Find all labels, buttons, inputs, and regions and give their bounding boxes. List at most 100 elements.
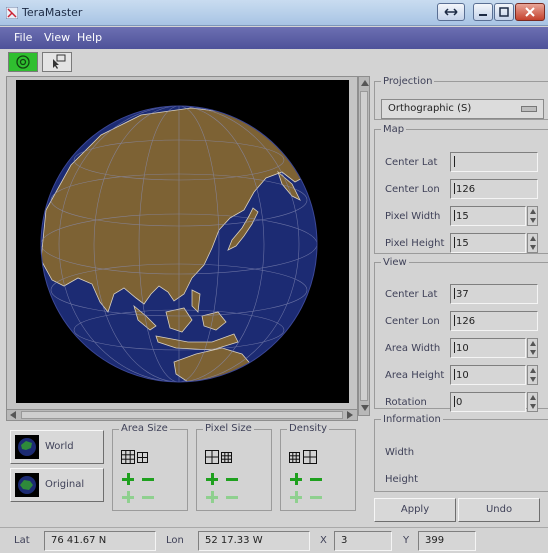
undo-button[interactable]: Undo bbox=[458, 498, 540, 522]
map-viewport[interactable] bbox=[6, 76, 358, 416]
maximize-icon bbox=[499, 7, 509, 17]
pixel-size-decrease-icon[interactable] bbox=[225, 472, 239, 486]
status-lon-value: 52 17.33 W bbox=[198, 531, 310, 551]
status-x-label: X bbox=[320, 535, 327, 546]
menu-help[interactable]: Help bbox=[77, 31, 102, 44]
pixel-size-group: Pixel Size bbox=[196, 423, 272, 511]
bottom-controls: World Original Area Size Pixel Size Dens… bbox=[6, 423, 370, 520]
dropdown-knob-icon bbox=[521, 106, 537, 112]
view-center-lon-label: Center Lon bbox=[385, 316, 440, 327]
view-center-lon-field[interactable]: 126 bbox=[450, 311, 538, 331]
pixel-height-field[interactable]: 15 bbox=[450, 233, 526, 253]
pixel-size-increase-small-icon[interactable] bbox=[205, 490, 219, 504]
pointer-tool-button[interactable] bbox=[42, 52, 72, 72]
density-decrease-small-icon[interactable] bbox=[309, 490, 323, 504]
density-decrease-icon[interactable] bbox=[309, 472, 323, 486]
original-thumbnail-icon bbox=[15, 473, 39, 497]
globe-target-icon bbox=[16, 55, 30, 69]
projection-select[interactable]: Orthographic (S) bbox=[381, 99, 544, 119]
app-icon bbox=[6, 7, 18, 19]
area-height-spinner[interactable] bbox=[527, 365, 538, 385]
rotation-spinner[interactable] bbox=[527, 392, 538, 412]
vertical-scrollbar[interactable] bbox=[358, 76, 370, 416]
area-height-label: Area Height bbox=[385, 370, 445, 381]
rotation-field[interactable]: 0 bbox=[450, 392, 526, 412]
horizontal-scrollbar[interactable] bbox=[6, 409, 358, 421]
status-bar: Lat 76 41.67 N Lon 52 17.33 W X 3 Y 399 bbox=[0, 527, 548, 553]
view-center-lat-label: Center Lat bbox=[385, 289, 438, 300]
pixel-size-increase-icon[interactable] bbox=[205, 472, 219, 486]
pixel-height-spinner[interactable] bbox=[527, 233, 538, 253]
scroll-up-icon[interactable] bbox=[361, 80, 369, 86]
teramaster-window: TeraMaster File View Help Projection Ort… bbox=[0, 0, 548, 553]
pixel-width-spinner[interactable] bbox=[527, 206, 538, 226]
density-legend: Density bbox=[287, 423, 330, 434]
status-y-label: Y bbox=[403, 535, 410, 546]
status-lon-label: Lon bbox=[166, 535, 184, 546]
map-center-lat-field[interactable] bbox=[450, 152, 538, 172]
area-size-increase-icon[interactable] bbox=[121, 472, 135, 486]
pixel-width-field[interactable]: 15 bbox=[450, 206, 526, 226]
area-width-field[interactable]: 10 bbox=[450, 338, 526, 358]
density-group: Density bbox=[280, 423, 356, 511]
pixel-height-label: Pixel Height bbox=[385, 238, 445, 249]
world-button[interactable]: World bbox=[10, 430, 104, 464]
map-center-lon-label: Center Lon bbox=[385, 184, 440, 195]
globe-view-button[interactable] bbox=[8, 52, 38, 72]
area-width-label: Area Width bbox=[385, 343, 441, 354]
maximize-button[interactable] bbox=[494, 3, 514, 21]
projection-selected: Orthographic (S) bbox=[388, 103, 472, 114]
projection-group: Projection Orthographic (S) bbox=[374, 76, 548, 120]
title-bar: TeraMaster bbox=[0, 0, 548, 26]
grid-density-icon bbox=[289, 450, 317, 464]
status-y-value: 399 bbox=[418, 531, 476, 551]
map-center-lat-label: Center Lat bbox=[385, 157, 438, 168]
area-size-decrease-icon[interactable] bbox=[141, 472, 155, 486]
map-legend: Map bbox=[383, 124, 405, 135]
minimize-button[interactable] bbox=[473, 3, 493, 21]
menu-file[interactable]: File bbox=[14, 31, 32, 44]
original-button[interactable]: Original bbox=[10, 468, 104, 502]
grid-density-icon bbox=[205, 450, 232, 464]
window-title: TeraMaster bbox=[22, 6, 83, 19]
view-group: View Center Lat 37 Center Lon 126 Area W… bbox=[374, 257, 548, 412]
apply-button[interactable]: Apply bbox=[374, 498, 456, 522]
resize-button[interactable] bbox=[437, 3, 465, 21]
menu-view[interactable]: View bbox=[44, 31, 70, 44]
menu-bar: File View Help bbox=[0, 27, 548, 49]
vertical-scroll-thumb[interactable] bbox=[360, 91, 368, 401]
area-size-increase-small-icon[interactable] bbox=[121, 490, 135, 504]
globe-map[interactable] bbox=[16, 80, 349, 403]
scroll-left-icon[interactable] bbox=[10, 411, 16, 419]
pixel-size-decrease-small-icon[interactable] bbox=[225, 490, 239, 504]
world-label: World bbox=[45, 441, 74, 452]
close-button[interactable] bbox=[515, 3, 545, 21]
original-label: Original bbox=[45, 479, 85, 490]
minimize-icon bbox=[479, 14, 487, 16]
projection-legend: Projection bbox=[383, 76, 433, 87]
world-thumbnail-icon bbox=[15, 435, 39, 459]
grid-density-icon bbox=[121, 450, 148, 464]
information-legend: Information bbox=[383, 414, 441, 425]
pixel-width-label: Pixel Width bbox=[385, 211, 441, 222]
view-center-lat-field[interactable]: 37 bbox=[450, 284, 538, 304]
view-legend: View bbox=[383, 257, 407, 268]
toolbar bbox=[0, 50, 548, 75]
area-size-legend: Area Size bbox=[119, 423, 170, 434]
information-group: Information Width Height bbox=[374, 414, 548, 492]
area-height-field[interactable]: 10 bbox=[450, 365, 526, 385]
area-width-spinner[interactable] bbox=[527, 338, 538, 358]
close-icon bbox=[525, 7, 535, 17]
scroll-right-icon[interactable] bbox=[347, 411, 353, 419]
status-x-value: 3 bbox=[334, 531, 392, 551]
scroll-down-icon[interactable] bbox=[361, 405, 369, 411]
density-increase-icon[interactable] bbox=[289, 472, 303, 486]
map-center-lon-field[interactable]: 126 bbox=[450, 179, 538, 199]
density-increase-small-icon[interactable] bbox=[289, 490, 303, 504]
settings-panel: Projection Orthographic (S) Map Center L… bbox=[372, 76, 548, 524]
area-size-decrease-small-icon[interactable] bbox=[141, 490, 155, 504]
horizontal-scroll-thumb[interactable] bbox=[21, 411, 343, 419]
map-group: Map Center Lat Center Lon 126 Pixel Widt… bbox=[374, 124, 548, 254]
info-width-label: Width bbox=[385, 447, 415, 458]
pointer-tool-icon bbox=[53, 54, 66, 69]
